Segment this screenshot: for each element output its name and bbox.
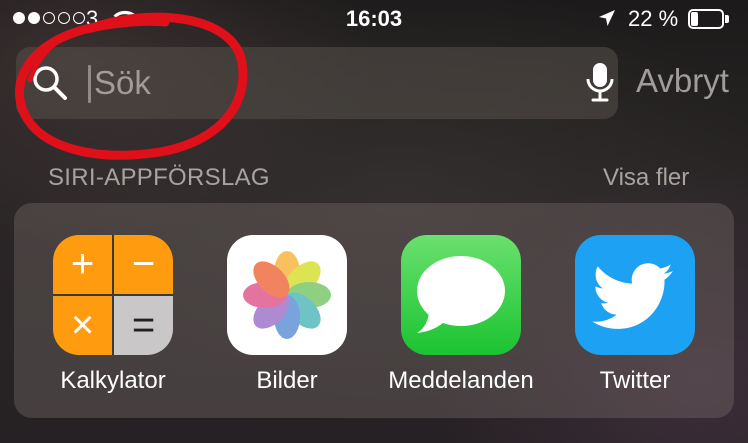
battery-tip [725, 15, 729, 23]
search-input[interactable] [94, 57, 554, 109]
search-icon [33, 66, 67, 100]
app-messages[interactable]: Meddelanden [381, 235, 541, 395]
siri-suggestions-header: SIRI-APPFÖRSLAG [48, 164, 270, 191]
location-arrow-icon [599, 10, 615, 26]
photos-flower-icon [243, 251, 331, 339]
battery-percent: 22 % [628, 6, 679, 31]
cancel-button[interactable]: Avbryt [636, 62, 729, 100]
twitter-icon [575, 235, 695, 355]
app-label: Meddelanden [388, 367, 534, 394]
battery-fill [691, 12, 698, 26]
times-key: × [53, 296, 112, 355]
app-calculator[interactable]: + − × = Kalkylator [33, 235, 193, 395]
text-cursor [88, 65, 91, 103]
calculator-icon: + − × = [53, 235, 173, 355]
microphone-icon[interactable] [584, 61, 616, 105]
status-bar: 3 16:03 22 % [0, 0, 748, 40]
search-field[interactable] [16, 47, 618, 119]
battery-icon [688, 9, 730, 29]
show-more-button[interactable]: Visa fler [603, 164, 689, 192]
app-photos[interactable]: Bilder [207, 235, 367, 395]
app-twitter[interactable]: Twitter [555, 235, 715, 395]
minus-key: − [114, 235, 173, 294]
app-label: Twitter [599, 367, 671, 394]
app-label: Bilder [256, 367, 318, 394]
plus-key: + [53, 235, 112, 294]
speech-bubble-icon [417, 256, 505, 333]
equals-key: = [114, 296, 173, 355]
messages-icon [401, 235, 521, 355]
twitter-bird-icon [592, 263, 673, 329]
photos-icon [227, 235, 347, 355]
app-label: Kalkylator [60, 367, 166, 394]
